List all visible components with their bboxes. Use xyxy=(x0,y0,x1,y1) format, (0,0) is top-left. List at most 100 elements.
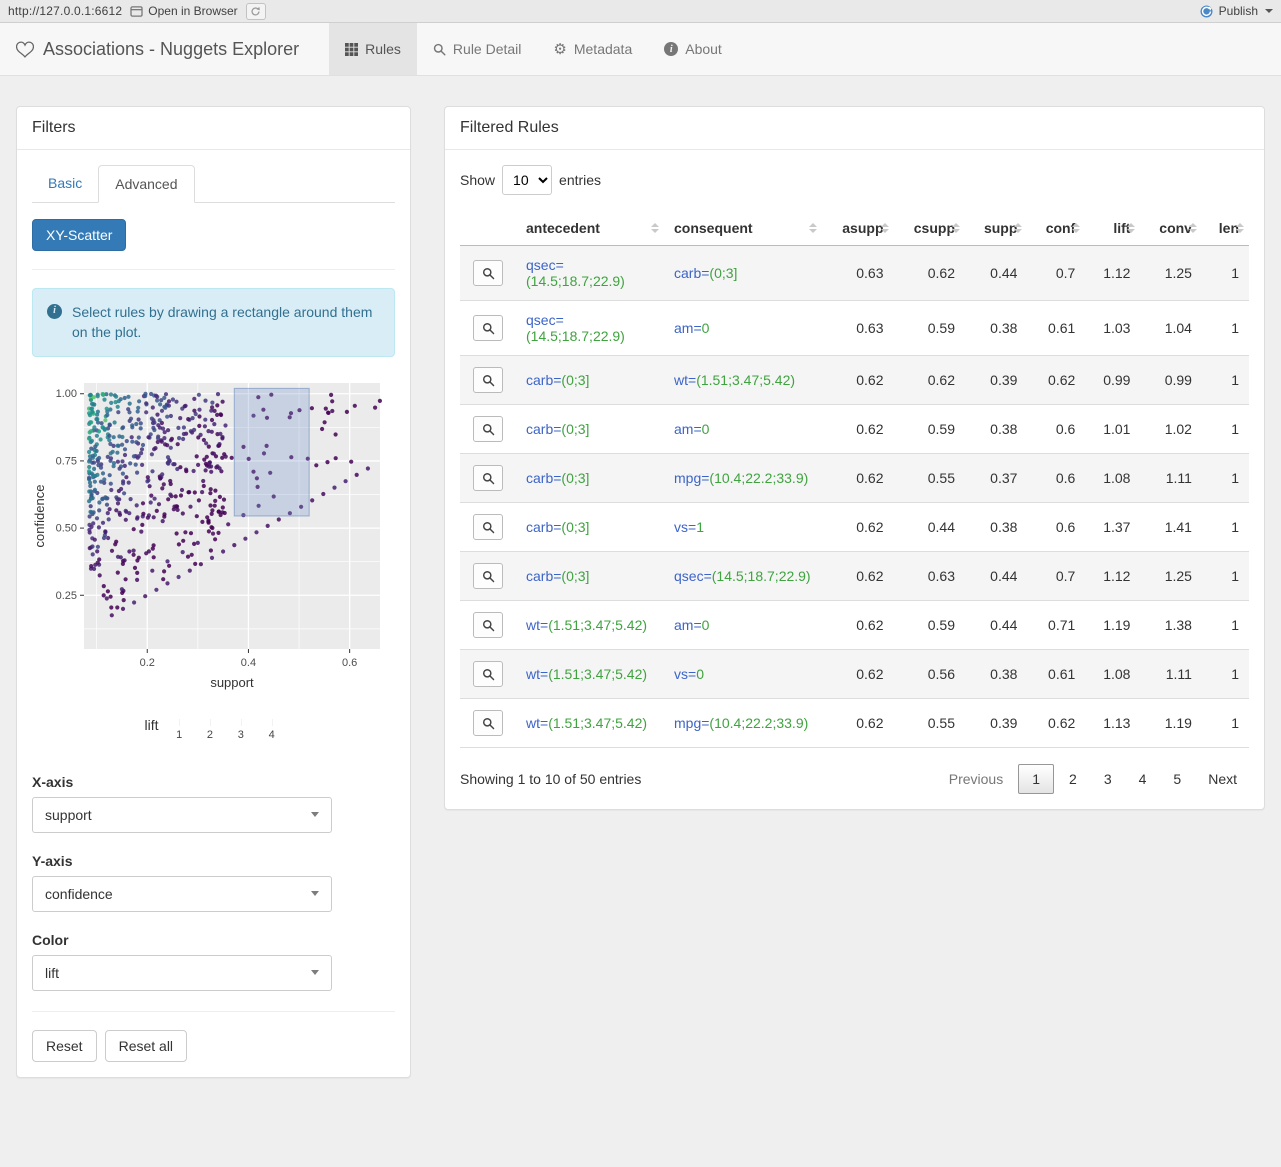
column-label: consequent xyxy=(674,220,753,236)
tab-advanced[interactable]: Advanced xyxy=(98,165,195,203)
tab-basic[interactable]: Basic xyxy=(32,165,98,203)
column-label: asupp xyxy=(842,220,884,236)
inspect-rule-button[interactable] xyxy=(473,260,503,286)
column-label: conf xyxy=(1045,220,1076,236)
column-header-len[interactable]: len xyxy=(1201,211,1249,246)
item-attribute: am= xyxy=(674,421,702,437)
column-header-conv[interactable]: conv xyxy=(1140,211,1202,246)
antecedent-cell: qsec=(14.5;18.7;22.9) xyxy=(516,245,664,301)
inspect-rule-button[interactable] xyxy=(473,612,503,638)
page-button-5[interactable]: 5 xyxy=(1161,764,1193,794)
page-button-2[interactable]: 2 xyxy=(1057,764,1089,794)
previous-page-button[interactable]: Previous xyxy=(937,764,1015,794)
sort-icon[interactable] xyxy=(952,223,960,233)
column-header-lift[interactable]: lift xyxy=(1085,211,1141,246)
reset-button[interactable]: Reset xyxy=(32,1029,97,1062)
table-icon xyxy=(345,42,359,56)
filters-tabs: Basic Advanced xyxy=(32,165,395,203)
inspect-rule-button[interactable] xyxy=(473,563,503,589)
magnifier-icon xyxy=(482,717,494,729)
svg-text:0.50: 0.50 xyxy=(56,522,77,534)
supp-cell: 0.38 xyxy=(965,502,1028,552)
antecedent-cell: carb=(0;3] xyxy=(516,551,664,601)
page-button-4[interactable]: 4 xyxy=(1127,764,1159,794)
legend-tick-mark xyxy=(271,718,273,726)
page-length-select[interactable]: 10 xyxy=(502,165,553,195)
x-axis-select[interactable]: support xyxy=(32,796,332,833)
legend-tick-label: 1 xyxy=(176,728,183,741)
reset-all-button[interactable]: Reset all xyxy=(104,1029,188,1062)
page-button-1[interactable]: 1 xyxy=(1018,764,1055,794)
reset-buttons: Reset Reset all xyxy=(32,1029,395,1062)
conf-cell: 0.62 xyxy=(1027,355,1086,405)
csupp-cell: 0.55 xyxy=(893,698,965,748)
color-value: lift xyxy=(45,964,59,981)
reload-button[interactable] xyxy=(245,2,266,20)
publish-button[interactable]: Publish xyxy=(1199,4,1273,19)
sort-icon[interactable] xyxy=(880,223,889,233)
conv-cell: 1.25 xyxy=(1140,245,1202,301)
sort-icon[interactable] xyxy=(1236,223,1244,233)
next-page-button[interactable]: Next xyxy=(1196,764,1249,794)
asupp-cell: 0.62 xyxy=(822,453,894,503)
inspect-rule-button[interactable] xyxy=(473,661,503,687)
inspect-rule-button[interactable] xyxy=(473,710,503,736)
sort-icon[interactable] xyxy=(1127,223,1136,233)
color-select[interactable]: lift xyxy=(32,954,332,991)
xy-scatter-button[interactable]: XY-Scatter xyxy=(32,219,127,251)
conv-cell: 1.02 xyxy=(1140,404,1202,454)
item-attribute: wt= xyxy=(674,372,697,388)
reload-icon xyxy=(251,6,261,16)
sort-icon[interactable] xyxy=(1188,223,1197,233)
tab-rules[interactable]: Rules xyxy=(329,23,417,75)
column-header-antecedent[interactable]: antecedent xyxy=(516,211,664,246)
item-value: (10.4;22.2;33.9) xyxy=(709,715,809,731)
open-in-browser-label: Open in Browser xyxy=(148,4,238,18)
column-header-consequent[interactable]: consequent xyxy=(664,211,822,246)
magnifier-icon xyxy=(482,374,494,386)
sort-icon[interactable] xyxy=(651,223,659,233)
scatter-plot-svg[interactable]: 0.2 0.4 0.6 0.25 0.50 0.75 1.00 support confiden… xyxy=(32,377,388,695)
column-header-conf[interactable]: conf xyxy=(1027,211,1086,246)
column-header-csupp[interactable]: csupp xyxy=(893,211,965,246)
asupp-cell: 0.62 xyxy=(822,698,894,748)
inspect-rule-button[interactable] xyxy=(473,416,503,442)
inspect-rule-button[interactable] xyxy=(473,367,503,393)
sort-icon[interactable] xyxy=(809,223,817,233)
filtered-rules-panel: Filtered Rules Show 10 entries anteceden… xyxy=(444,106,1265,810)
sort-icon[interactable] xyxy=(1072,223,1081,233)
chevron-down-icon xyxy=(311,812,319,818)
scatter-plot[interactable]: 0.2 0.4 0.6 0.25 0.50 0.75 1.00 support confiden… xyxy=(32,377,395,698)
tab-metadata[interactable]: ⚙ Metadata xyxy=(537,23,648,75)
item-value: 0 xyxy=(696,666,704,682)
sort-icon[interactable] xyxy=(1014,223,1023,233)
page-button-3[interactable]: 3 xyxy=(1092,764,1124,794)
rule-row: wt=(1.51;3.47;5.42) mpg=(10.4;22.2;33.9) 0… xyxy=(460,698,1249,748)
svg-text:0.2: 0.2 xyxy=(140,657,155,669)
item-value: (14.5;18.7;22.9) xyxy=(711,568,811,584)
supp-cell: 0.44 xyxy=(965,551,1028,601)
inspect-rule-button[interactable] xyxy=(473,465,503,491)
inspect-rule-button[interactable] xyxy=(473,315,503,341)
column-label: conv xyxy=(1159,220,1192,236)
tab-about[interactable]: i About xyxy=(648,23,738,75)
svg-text:0.25: 0.25 xyxy=(56,589,77,601)
column-header-supp[interactable]: supp xyxy=(965,211,1028,246)
open-in-browser-button[interactable]: Open in Browser xyxy=(130,4,238,18)
inspect-rule-button[interactable] xyxy=(473,514,503,540)
conf-cell: 0.62 xyxy=(1027,698,1086,748)
svg-text:0.4: 0.4 xyxy=(241,657,256,669)
rule-row: carb=(0;3] wt=(1.51;3.47;5.42) 0.62 0.62 0.3… xyxy=(460,355,1249,405)
lift-color-legend: lift 1 2 3 4 xyxy=(32,706,395,744)
app-brand: Associations - Nuggets Explorer xyxy=(0,23,315,75)
supp-cell: 0.39 xyxy=(965,698,1028,748)
consequent-cell: carb=(0;3] xyxy=(664,245,822,301)
lift-cell: 1.08 xyxy=(1085,453,1141,503)
csupp-cell: 0.62 xyxy=(893,245,965,301)
tab-rule-detail[interactable]: Rule Detail xyxy=(417,23,537,75)
pagination: Previous 1 2 3 4 5 Next xyxy=(937,764,1249,794)
column-header-asupp[interactable]: asupp xyxy=(822,211,894,246)
y-axis-select[interactable]: confidence xyxy=(32,875,332,912)
antecedent-cell: carb=(0;3] xyxy=(516,453,664,503)
consequent-cell: am=0 xyxy=(664,600,822,650)
